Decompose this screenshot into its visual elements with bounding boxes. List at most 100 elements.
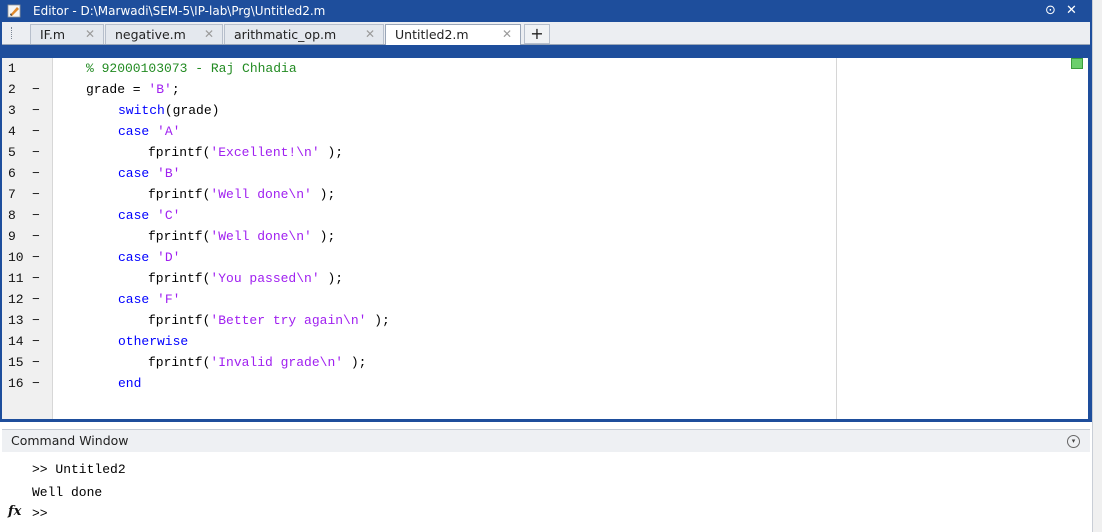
code-token: 'You passed\n' — [210, 271, 320, 286]
breakpoint-marker[interactable]: − — [32, 331, 40, 352]
code-line[interactable]: 4 − case 'A' — [2, 121, 832, 142]
breakpoint-marker[interactable]: − — [32, 247, 40, 268]
breakpoint-marker[interactable]: − — [32, 142, 40, 163]
code-token: case — [118, 208, 158, 223]
code-line[interactable]: 11− fprintf('You passed\n' ); — [2, 268, 832, 289]
code-line[interactable]: 1 % 92000103073 - Raj Chhadia — [2, 58, 832, 79]
breakpoint-marker[interactable]: − — [32, 184, 40, 205]
code-text: case 'B' — [118, 163, 180, 184]
right-text-limit-line — [836, 58, 837, 419]
breakpoint-marker[interactable]: − — [32, 352, 40, 373]
code-token: ); — [343, 355, 367, 370]
breakpoint-marker[interactable]: − — [32, 205, 40, 226]
code-token: case — [118, 166, 158, 181]
command-window-actions-icon[interactable]: ▾ — [1067, 435, 1080, 448]
code-line[interactable]: 16− end — [2, 373, 832, 394]
command-window[interactable]: >> Untitled2 Well done fx >> — [2, 452, 1090, 532]
code-token: ); — [319, 145, 344, 160]
tab-label: negative.m — [115, 27, 186, 42]
code-line[interactable]: 5 − fprintf('Excellent!\n' ); — [2, 142, 832, 163]
editor-titlebar[interactable]: Editor - D:\Marwadi\SEM-5\IP-lab\Prg\Unt… — [0, 0, 1092, 22]
tab-bar-grip-icon[interactable] — [11, 27, 14, 39]
code-token: fprintf( — [148, 229, 211, 244]
breakpoint-marker[interactable]: − — [32, 268, 40, 289]
adjacent-panel-edge — [1092, 0, 1102, 532]
command-prompt[interactable]: >> — [32, 505, 48, 523]
code-text: switch(grade) — [118, 100, 219, 121]
code-token: fprintf( — [148, 313, 211, 328]
code-token: case — [118, 292, 158, 307]
tab-close-icon[interactable]: ✕ — [204, 25, 214, 44]
editor-scrollbar[interactable] — [1066, 58, 1088, 419]
code-token: 'Well done\n' — [210, 187, 312, 202]
editor-pencil-icon — [7, 4, 21, 18]
tab-untitled2-m[interactable]: Untitled2.m ✕ — [385, 24, 521, 45]
editor-close-icon[interactable]: ✕ — [1066, 3, 1077, 19]
line-number: 12 — [8, 292, 24, 307]
breakpoint-marker[interactable]: − — [32, 100, 40, 121]
code-token: 'B' — [157, 166, 181, 181]
tab-label: arithmatic_op.m — [234, 27, 337, 42]
tab-close-icon[interactable]: ✕ — [502, 25, 512, 44]
breakpoint-marker[interactable]: − — [32, 121, 40, 142]
code-token: fprintf( — [148, 355, 211, 370]
code-token: ); — [311, 187, 336, 202]
code-token: 'B' — [148, 82, 172, 97]
tab-close-icon[interactable]: ✕ — [365, 25, 375, 44]
line-number: 15 — [8, 355, 24, 370]
code-token: 'Excellent!\n' — [210, 145, 320, 160]
line-number: 10 — [8, 250, 24, 265]
code-token: case — [118, 124, 158, 139]
line-number: 3 — [8, 103, 16, 118]
breakpoint-marker[interactable]: − — [32, 289, 40, 310]
breakpoint-marker[interactable]: − — [32, 163, 40, 184]
code-line[interactable]: 10− case 'D' — [2, 247, 832, 268]
code-text: fprintf('Better try again\n' ); — [148, 310, 390, 331]
function-browser-icon[interactable]: fx — [8, 504, 21, 519]
line-number: 2 — [8, 82, 16, 97]
tab-arithmatic-op-m[interactable]: arithmatic_op.m ✕ — [224, 24, 384, 44]
breakpoint-marker[interactable]: − — [32, 79, 40, 100]
code-text: % 92000103073 - Raj Chhadia — [86, 58, 297, 79]
code-text: fprintf('You passed\n' ); — [148, 268, 343, 289]
line-number: 13 — [8, 313, 24, 328]
code-line[interactable]: 2 − grade = 'B'; — [2, 79, 832, 100]
tab-negative-m[interactable]: negative.m ✕ — [105, 24, 223, 44]
code-line[interactable]: 13− fprintf('Better try again\n' ); — [2, 310, 832, 331]
code-token: ; — [171, 82, 180, 97]
editor-actions-icon[interactable]: ⊙ — [1045, 3, 1056, 19]
breakpoint-marker[interactable]: − — [32, 310, 40, 331]
line-number: 4 — [8, 124, 16, 139]
file-tab-bar: IF.m ✕ negative.m ✕ arithmatic_op.m ✕ Un… — [2, 22, 1090, 45]
code-line[interactable]: 14− otherwise — [2, 331, 832, 352]
breakpoint-marker[interactable]: − — [32, 226, 40, 247]
code-token: ); — [311, 229, 336, 244]
code-text: otherwise — [118, 331, 188, 352]
code-analyzer-status-icon[interactable] — [1071, 58, 1083, 69]
code-line[interactable]: 15− fprintf('Invalid grade\n' ); — [2, 352, 832, 373]
code-text: case 'A' — [118, 121, 180, 142]
tab-if-m[interactable]: IF.m ✕ — [30, 24, 104, 44]
line-number: 5 — [8, 145, 16, 160]
code-line[interactable]: 9 − fprintf('Well done\n' ); — [2, 226, 832, 247]
code-token: case — [118, 250, 158, 265]
code-token: 'Well done\n' — [210, 229, 312, 244]
code-line[interactable]: 7 − fprintf('Well done\n' ); — [2, 184, 832, 205]
breakpoint-marker[interactable]: − — [32, 373, 40, 394]
code-token: (grade) — [164, 103, 220, 118]
line-number: 11 — [8, 271, 24, 286]
code-token: 'A' — [157, 124, 181, 139]
code-editor[interactable]: 1 % 92000103073 - Raj Chhadia 2 − grade = 'B… — [2, 58, 1088, 419]
tab-close-icon[interactable]: ✕ — [85, 25, 95, 44]
code-line[interactable]: 6 − case 'B' — [2, 163, 832, 184]
code-line[interactable]: 12− case 'F' — [2, 289, 832, 310]
line-number: 9 — [8, 229, 16, 244]
command-window-title: Command Window — [11, 433, 129, 448]
code-token: end — [118, 376, 142, 391]
command-output-line: >> Untitled2 — [32, 462, 126, 477]
code-line[interactable]: 8 − case 'C' — [2, 205, 832, 226]
code-line[interactable]: 3 − switch(grade) — [2, 100, 832, 121]
code-token: ); — [366, 313, 390, 328]
add-tab-button[interactable]: + — [524, 24, 550, 44]
code-token: 'D' — [157, 250, 181, 265]
